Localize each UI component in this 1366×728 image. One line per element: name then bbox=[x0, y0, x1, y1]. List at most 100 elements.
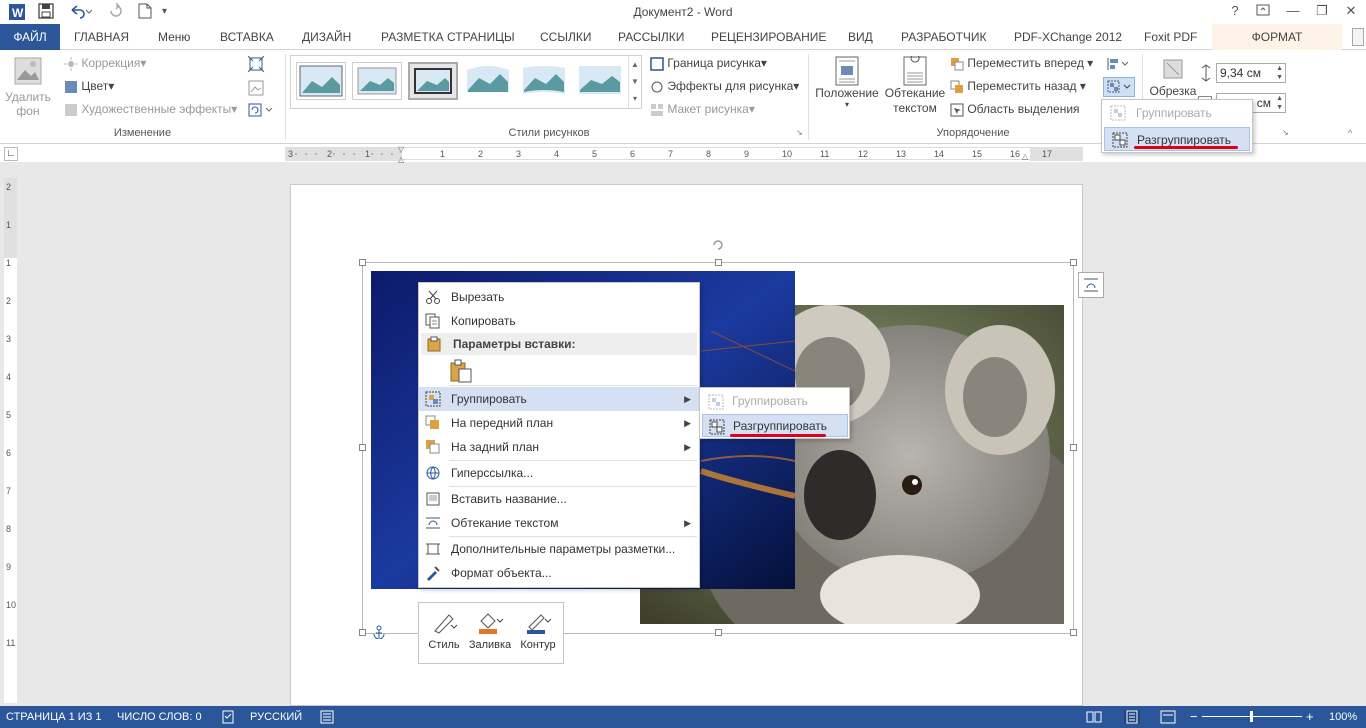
tab-review[interactable]: РЕЦЕНЗИРОВАНИЕ bbox=[703, 24, 834, 50]
tab-pdf-xchange[interactable]: PDF-XChange 2012 bbox=[1006, 24, 1130, 50]
web-layout-icon[interactable] bbox=[1160, 710, 1176, 724]
tab-home[interactable]: ГЛАВНАЯ bbox=[66, 24, 137, 50]
menu-item-format-object[interactable]: Формат объекта... bbox=[419, 561, 699, 585]
height-field[interactable]: 9,34 см ▲ ▼ bbox=[1216, 63, 1286, 83]
anchor-icon[interactable] bbox=[372, 625, 386, 639]
picture-style-2[interactable] bbox=[352, 62, 402, 100]
menu-item-insert-caption[interactable]: Вставить название... bbox=[419, 487, 699, 511]
resize-handle[interactable] bbox=[715, 629, 722, 636]
dialog-launcher-icon[interactable]: ↘ bbox=[796, 128, 803, 137]
help-button[interactable]: ? bbox=[1226, 3, 1244, 19]
collapse-ribbon-icon[interactable]: ^ bbox=[1348, 128, 1352, 138]
hanging-indent-marker[interactable]: △ bbox=[398, 155, 404, 164]
right-indent-marker[interactable]: △ bbox=[1022, 152, 1028, 161]
picture-border-button[interactable]: Граница рисунка▾ bbox=[650, 56, 767, 71]
artistic-effects-button[interactable]: Художественные эффекты▾ bbox=[64, 102, 237, 117]
paste-picture-icon[interactable] bbox=[449, 359, 473, 383]
fill-button[interactable]: Заливка bbox=[467, 607, 513, 661]
group-objects-button[interactable] bbox=[1103, 77, 1135, 97]
language[interactable]: РУССКИЙ bbox=[250, 706, 302, 728]
position-button[interactable]: Положение ▾ bbox=[812, 56, 882, 109]
red-underline-annotation bbox=[1134, 146, 1238, 149]
picture-style-1[interactable] bbox=[296, 62, 346, 100]
group-label-styles: Стили рисунков bbox=[508, 127, 590, 139]
menu-item-bring-front[interactable]: На передний план ▶ bbox=[419, 411, 699, 435]
change-picture-icon[interactable] bbox=[248, 80, 264, 96]
menu-item-more-layout[interactable]: Дополнительные параметры разметки... bbox=[419, 537, 699, 561]
tab-references[interactable]: ССЫЛКИ bbox=[532, 24, 599, 50]
tab-format[interactable]: ФОРМАТ bbox=[1212, 24, 1342, 50]
outline-button[interactable]: Контур bbox=[515, 607, 561, 661]
resize-handle[interactable] bbox=[1070, 629, 1077, 636]
tab-selector-button[interactable]: ∟ bbox=[4, 147, 18, 161]
wrap-text-button[interactable]: Обтекание текстом bbox=[882, 56, 948, 116]
chevron-down-icon: ▾ bbox=[108, 79, 115, 93]
resize-handle[interactable] bbox=[1070, 259, 1077, 266]
picture-style-4[interactable] bbox=[464, 62, 514, 100]
proofing-icon[interactable] bbox=[222, 710, 236, 724]
menu-item-send-back[interactable]: На задний план ▶ bbox=[419, 435, 699, 459]
tab-menu[interactable]: Меню bbox=[150, 24, 198, 50]
tab-insert[interactable]: ВСТАВКА bbox=[212, 24, 282, 50]
resize-handle[interactable] bbox=[359, 444, 366, 451]
compress-pictures-icon[interactable] bbox=[248, 56, 264, 72]
menu-item-group[interactable]: Группировать ▶ bbox=[419, 387, 699, 411]
color-button[interactable]: Цвет▾ bbox=[64, 79, 114, 94]
first-line-indent-marker[interactable]: ▽ bbox=[398, 145, 404, 154]
rotate-handle-icon[interactable] bbox=[711, 238, 725, 252]
dropdown-group-item[interactable]: Группировать bbox=[1104, 102, 1250, 125]
remove-background-button[interactable]: Удалить фон bbox=[4, 56, 52, 122]
menu-item-hyperlink[interactable]: Гиперссылка... bbox=[419, 461, 699, 485]
correction-button[interactable]: Коррекция▾ bbox=[64, 56, 146, 71]
menu-item-cut[interactable]: Вырезать bbox=[419, 285, 699, 309]
tab-file[interactable]: ФАЙЛ bbox=[0, 24, 60, 50]
vertical-ruler[interactable]: 2 1 1 2 3 4 5 6 7 8 9 10 11 bbox=[4, 178, 17, 703]
gallery-scroll[interactable]: ▲ ▼ ▾ bbox=[628, 56, 641, 108]
picture-style-5[interactable] bbox=[520, 62, 570, 100]
bring-to-front-icon bbox=[425, 415, 441, 431]
picture-style-6[interactable] bbox=[576, 62, 626, 100]
align-icon[interactable] bbox=[1106, 56, 1132, 72]
dialog-launcher-icon[interactable]: ↘ bbox=[1282, 128, 1289, 137]
resize-handle[interactable] bbox=[359, 629, 366, 636]
tab-mailings[interactable]: РАССЫЛКИ bbox=[610, 24, 692, 50]
crop-button[interactable]: Обрезка bbox=[1148, 56, 1198, 98]
zoom-in-button[interactable]: + bbox=[1306, 706, 1314, 728]
ribbon-display-options-icon[interactable] bbox=[1256, 3, 1274, 19]
tab-foxit-pdf[interactable]: Foxit PDF bbox=[1136, 24, 1205, 50]
resize-handle[interactable] bbox=[715, 259, 722, 266]
ruler-number: 14 bbox=[934, 149, 945, 159]
minimize-button[interactable]: — bbox=[1284, 3, 1302, 19]
layout-options-icon[interactable] bbox=[1078, 272, 1104, 298]
picture-effects-button[interactable]: Эффекты для рисунка▾ bbox=[650, 79, 799, 94]
menu-item-wrap-text[interactable]: Обтекание текстом ▶ bbox=[419, 511, 699, 535]
tab-view[interactable]: ВИД bbox=[840, 24, 881, 50]
page-count[interactable]: СТРАНИЦА 1 ИЗ 1 bbox=[6, 706, 102, 728]
resize-handle[interactable] bbox=[359, 259, 366, 266]
zoom-level[interactable]: 100% bbox=[1329, 706, 1357, 728]
macro-icon[interactable] bbox=[320, 710, 334, 724]
ribbon-scroll-button[interactable] bbox=[1352, 28, 1364, 46]
tab-design[interactable]: ДИЗАЙН bbox=[294, 24, 359, 50]
zoom-out-button[interactable]: − bbox=[1190, 706, 1198, 728]
print-layout-icon[interactable] bbox=[1124, 710, 1140, 724]
horizontal-ruler[interactable]: 3 2 1 1 2 3 4 5 6 7 8 9 10 11 12 13 14 15 16 17 bbox=[285, 147, 1083, 161]
picture-layout-button[interactable]: Макет рисунка▾ bbox=[650, 102, 755, 117]
tab-page-layout[interactable]: РАЗМЕТКА СТРАНИЦЫ bbox=[373, 24, 523, 50]
resize-handle[interactable] bbox=[1070, 444, 1077, 451]
bring-forward-button[interactable]: Переместить вперед ▾ bbox=[950, 56, 1093, 71]
selection-pane-button[interactable]: Область выделения bbox=[950, 102, 1080, 117]
close-button[interactable]: ✕ bbox=[1342, 3, 1360, 19]
restore-button[interactable]: ❐ bbox=[1313, 3, 1331, 19]
send-backward-button[interactable]: Переместить назад ▾ bbox=[950, 79, 1086, 94]
read-mode-icon[interactable] bbox=[1086, 710, 1102, 724]
word-count[interactable]: ЧИСЛО СЛОВ: 0 bbox=[117, 706, 202, 728]
reset-picture-icon[interactable] bbox=[248, 102, 276, 118]
style-button[interactable]: Стиль bbox=[421, 607, 467, 661]
menu-item-copy-label: Копировать bbox=[451, 314, 516, 328]
picture-style-3[interactable] bbox=[408, 62, 458, 100]
menu-item-copy[interactable]: Копировать bbox=[419, 309, 699, 333]
submenu-item-group[interactable]: Группировать bbox=[702, 390, 848, 413]
tab-developer[interactable]: РАЗРАБОТЧИК bbox=[893, 24, 995, 50]
zoom-slider-thumb[interactable] bbox=[1250, 711, 1253, 722]
